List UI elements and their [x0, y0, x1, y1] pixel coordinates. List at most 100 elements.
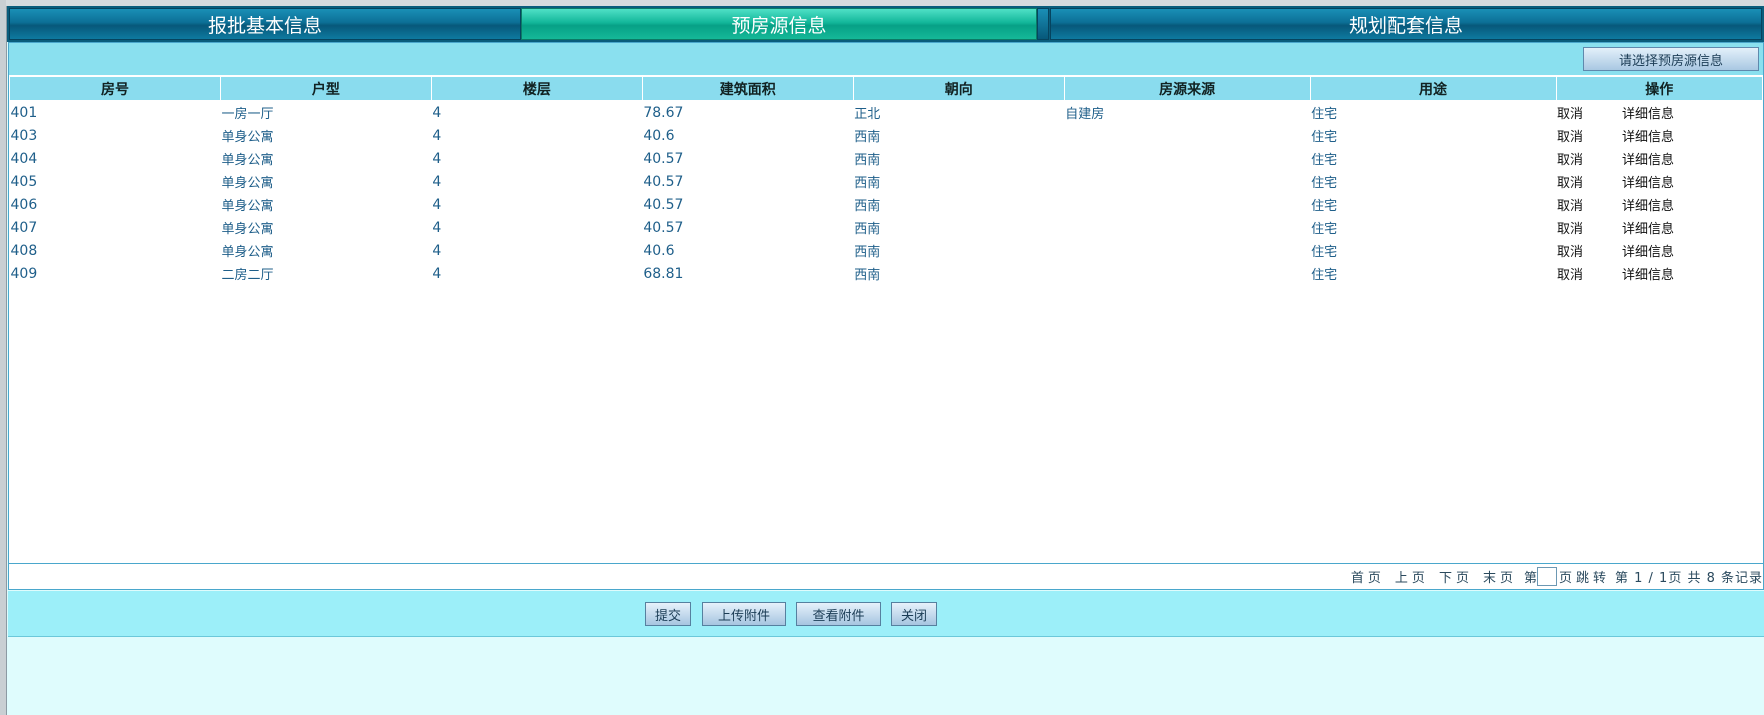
cell-area: 78.67 — [643, 104, 684, 121]
cell-actions: 取消 详细信息 — [1556, 101, 1763, 125]
cell-room: 401 — [10, 104, 38, 121]
cancel-link[interactable]: 取消 — [1557, 153, 1583, 168]
table-header-row: 房号 户型 楼层 建筑面积 朝向 房源来源 用途 操作 — [9, 76, 1763, 101]
close-button[interactable]: 关闭 — [891, 602, 937, 626]
tab-bar: 报批基本信息 预房源信息 规划配套信息 — [7, 6, 1764, 42]
cancel-link[interactable]: 取消 — [1557, 268, 1583, 283]
cell-usage: 住宅 — [1311, 107, 1338, 122]
detail-link[interactable]: 详细信息 — [1622, 222, 1674, 237]
cell-source — [1064, 124, 1310, 147]
cancel-link[interactable]: 取消 — [1557, 176, 1583, 191]
cell-actions: 取消 详细信息 — [1556, 216, 1763, 239]
detail-link[interactable]: 详细信息 — [1622, 107, 1674, 122]
cancel-link[interactable]: 取消 — [1557, 130, 1583, 145]
table-row: 406 单身公寓 4 40.57 西南 住宅 取消 详细信息 — [10, 193, 1763, 216]
tab-presale-housing[interactable]: 预房源信息 — [521, 8, 1037, 40]
cell-room: 409 — [10, 265, 38, 282]
cell-actions: 取消 详细信息 — [1556, 147, 1763, 170]
header-floor: 楼层 — [430, 76, 643, 101]
cell-floor: 4 — [432, 173, 442, 190]
cell-floor: 4 — [432, 150, 442, 167]
tab-planning-facilities[interactable]: 规划配套信息 — [1050, 8, 1762, 40]
cell-source — [1064, 147, 1310, 170]
detail-link[interactable]: 详细信息 — [1622, 130, 1674, 145]
detail-link[interactable]: 详细信息 — [1622, 176, 1674, 191]
cell-floor: 4 — [432, 127, 442, 144]
table-row: 404 单身公寓 4 40.57 西南 住宅 取消 详细信息 — [10, 147, 1763, 170]
cell-usage: 住宅 — [1311, 176, 1338, 191]
cell-room: 408 — [10, 242, 38, 259]
detail-link[interactable]: 详细信息 — [1622, 268, 1674, 283]
header-source: 房源来源 — [1063, 76, 1311, 101]
app-window: 报批基本信息 预房源信息 规划配套信息 请选择预房源信息 房号 户型 楼层 建筑… — [0, 0, 1764, 715]
cell-room: 405 — [10, 173, 38, 190]
cell-layout: 一房一厅 — [221, 107, 274, 122]
upload-attachment-button[interactable]: 上传附件 — [702, 602, 786, 626]
pager-first[interactable]: 首页 — [1351, 567, 1385, 586]
cell-actions: 取消 详细信息 — [1556, 124, 1763, 147]
cell-source — [1064, 239, 1310, 262]
cell-area: 68.81 — [643, 265, 684, 282]
detail-link[interactable]: 详细信息 — [1622, 199, 1674, 214]
cell-orientation: 西南 — [854, 199, 881, 214]
pager-prev[interactable]: 上页 — [1395, 567, 1429, 586]
pager-last[interactable]: 末页 — [1483, 567, 1517, 586]
cell-orientation: 西南 — [854, 130, 881, 145]
cell-orientation: 西南 — [854, 245, 881, 260]
cell-source: 自建房 — [1065, 107, 1105, 122]
cell-source — [1064, 216, 1310, 239]
submit-button[interactable]: 提交 — [645, 602, 691, 626]
pager-bar: 首页 上页 下页 末页 第 页跳转 第 1 / 1页 共 8 条记录 — [9, 563, 1763, 589]
cell-actions: 取消 详细信息 — [1556, 170, 1763, 193]
tab-separator — [1037, 8, 1049, 40]
cell-layout: 单身公寓 — [221, 130, 274, 145]
cell-usage: 住宅 — [1311, 245, 1338, 260]
cancel-link[interactable]: 取消 — [1557, 107, 1583, 122]
cell-room: 407 — [10, 219, 38, 236]
cell-room: 403 — [10, 127, 38, 144]
cell-orientation: 西南 — [854, 153, 881, 168]
pager-goto-button[interactable]: 页跳转 — [1559, 567, 1610, 586]
cell-layout: 单身公寓 — [221, 222, 274, 237]
cancel-link[interactable]: 取消 — [1557, 245, 1583, 260]
cell-floor: 4 — [432, 219, 442, 236]
view-attachment-button[interactable]: 查看附件 — [796, 602, 881, 626]
action-bar: 提交 上传附件 查看附件 关闭 — [8, 591, 1764, 637]
header-layout: 户型 — [219, 76, 432, 101]
header-orientation: 朝向 — [852, 76, 1065, 101]
cell-orientation: 西南 — [854, 222, 881, 237]
table-row: 407 单身公寓 4 40.57 西南 住宅 取消 详细信息 — [10, 216, 1763, 239]
cancel-link[interactable]: 取消 — [1557, 199, 1583, 214]
cell-area: 40.6 — [643, 242, 675, 259]
table-row: 408 单身公寓 4 40.6 西南 住宅 取消 详细信息 — [10, 239, 1763, 262]
pager-page-input[interactable] — [1536, 567, 1557, 586]
cell-layout: 单身公寓 — [221, 199, 274, 214]
table-row: 409 二房二厅 4 68.81 西南 住宅 取消 详细信息 — [10, 262, 1763, 285]
select-housing-button[interactable]: 请选择预房源信息 — [1583, 47, 1759, 71]
cell-actions: 取消 详细信息 — [1556, 262, 1763, 285]
cell-usage: 住宅 — [1311, 268, 1338, 283]
detail-link[interactable]: 详细信息 — [1622, 153, 1674, 168]
cell-layout: 单身公寓 — [221, 245, 274, 260]
cell-area: 40.57 — [643, 150, 684, 167]
cell-usage: 住宅 — [1311, 130, 1338, 145]
cell-area: 40.57 — [643, 196, 684, 213]
cancel-link[interactable]: 取消 — [1557, 222, 1583, 237]
pager-goto-prefix: 第 — [1523, 571, 1537, 586]
cell-usage: 住宅 — [1311, 199, 1338, 214]
housing-panel: 请选择预房源信息 房号 户型 楼层 建筑面积 朝向 房源来源 用途 操作 401… — [8, 42, 1764, 590]
cell-layout: 单身公寓 — [221, 153, 274, 168]
detail-link[interactable]: 详细信息 — [1622, 245, 1674, 260]
cell-room: 404 — [10, 150, 38, 167]
cell-floor: 4 — [432, 265, 442, 282]
cell-layout: 单身公寓 — [221, 176, 274, 191]
cell-usage: 住宅 — [1311, 222, 1338, 237]
cell-source — [1064, 193, 1310, 216]
cell-orientation: 西南 — [854, 176, 881, 191]
pager-status: 第 1 / 1页 共 8 条记录 — [1615, 571, 1763, 586]
pager-next[interactable]: 下页 — [1439, 567, 1473, 586]
table-row: 403 单身公寓 4 40.6 西南 住宅 取消 详细信息 — [10, 124, 1763, 147]
tab-basic-info[interactable]: 报批基本信息 — [9, 8, 521, 40]
table-row: 405 单身公寓 4 40.57 西南 住宅 取消 详细信息 — [10, 170, 1763, 193]
cell-source — [1064, 170, 1310, 193]
